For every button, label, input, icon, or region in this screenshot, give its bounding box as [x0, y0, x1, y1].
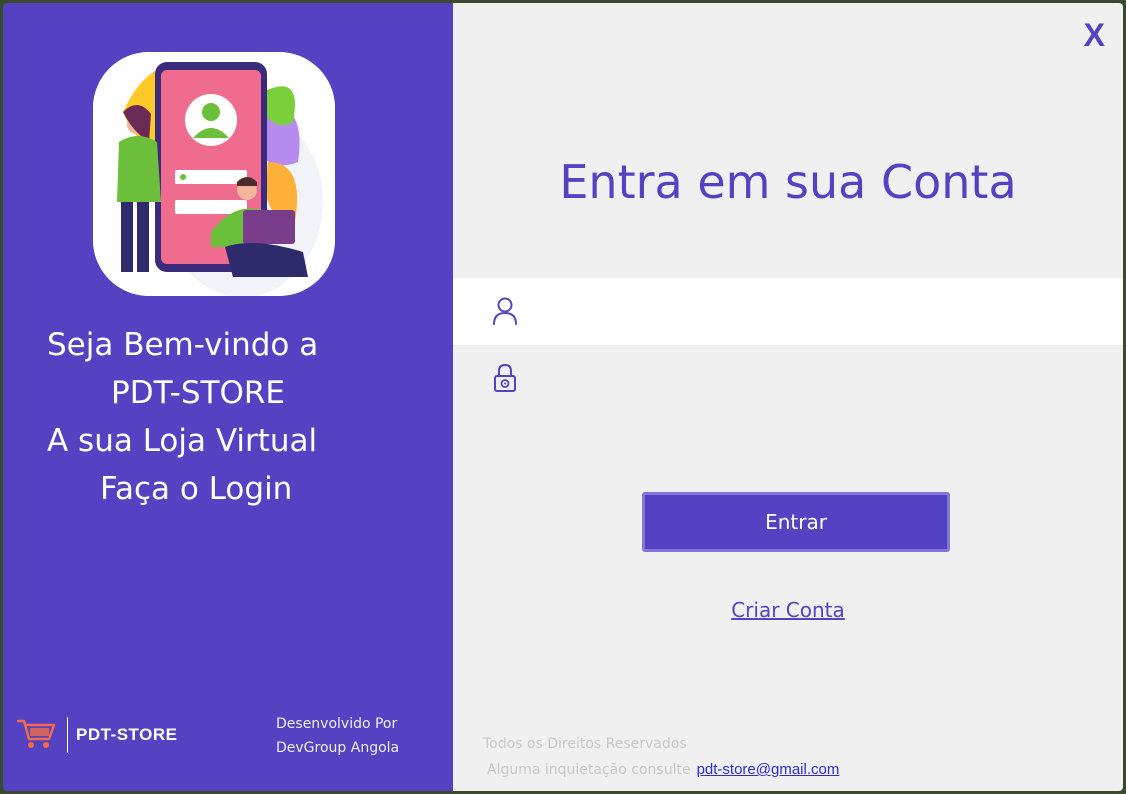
login-illustration	[93, 52, 335, 296]
login-panel: X Entra em sua Conta Entrar Criar Conta …	[453, 3, 1123, 791]
brand-divider	[67, 717, 68, 753]
welcome-panel: Seja Bem-vindo a PDT-STORE A sua Loja Vi…	[3, 3, 453, 791]
copyright-text: Todos os Direitos Reservados	[483, 736, 687, 752]
login-button[interactable]: Entrar	[642, 492, 950, 552]
welcome-line-1: Seja Bem-vindo a	[47, 327, 319, 363]
login-window: Seja Bem-vindo a PDT-STORE A sua Loja Vi…	[3, 3, 1123, 791]
inquiry-text: Alguma inquietação consulte	[487, 762, 691, 778]
developer-line-2: DevGroup Angola	[276, 740, 400, 756]
shopping-cart-icon	[15, 715, 57, 755]
brand-logo: PDT-STORE	[15, 715, 177, 755]
welcome-line-2: PDT-STORE	[111, 375, 285, 411]
username-field[interactable]	[453, 278, 1123, 345]
inquiry-line: Alguma inquietação consulte pdt-store@gma…	[487, 761, 839, 778]
welcome-line-4: Faça o Login	[100, 471, 293, 507]
login-title: Entra em sua Conta	[559, 155, 1017, 209]
lock-icon	[491, 363, 519, 393]
email-link[interactable]: pdt-store@gmail.com	[697, 761, 840, 778]
welcome-line-3: A sua Loja Virtual	[47, 423, 318, 459]
developer-line-1: Desenvolvido Por	[276, 716, 398, 732]
username-input[interactable]	[537, 292, 1101, 332]
password-input[interactable]	[537, 359, 1101, 399]
close-button[interactable]: X	[1084, 17, 1105, 54]
password-field[interactable]	[453, 345, 1123, 412]
user-icon	[491, 296, 519, 326]
create-account-link[interactable]: Criar Conta	[453, 598, 1123, 622]
developer-credit: Desenvolvido Por DevGroup Angola	[276, 712, 399, 760]
brand-name: PDT-STORE	[76, 725, 178, 744]
